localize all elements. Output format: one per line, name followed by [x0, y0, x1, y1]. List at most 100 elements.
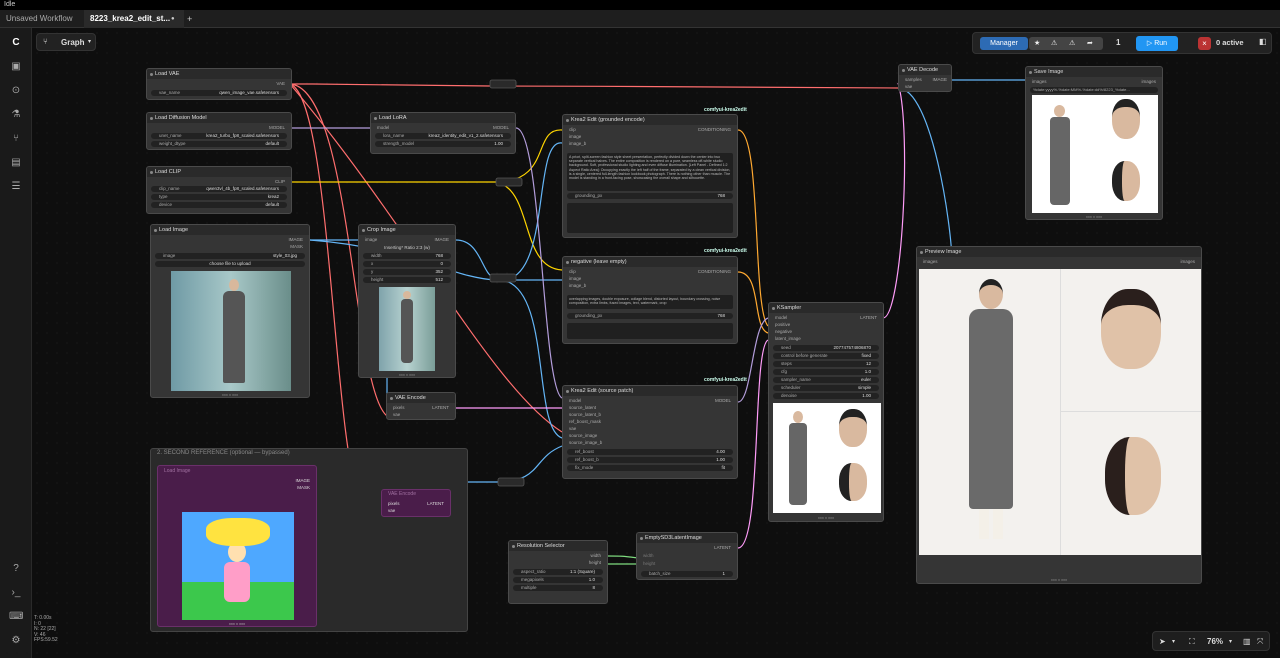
- node-ksampler[interactable]: KSampler model positive negative latent_…: [768, 302, 884, 522]
- output-mask[interactable]: MASK: [297, 485, 310, 491]
- input-height[interactable]: height: [643, 561, 655, 567]
- tab-active-workflow[interactable]: 8223_krea2_edit_st...: [84, 10, 184, 28]
- input-vae[interactable]: vae: [393, 412, 400, 418]
- output-image[interactable]: IMAGE: [295, 478, 310, 484]
- widget-unet-name[interactable]: unet_name krea2_turbo_fp8_scaled.safetens…: [151, 133, 287, 139]
- output-model[interactable]: MODEL: [493, 125, 509, 131]
- input-image[interactable]: image: [365, 237, 377, 243]
- output-width[interactable]: width: [590, 553, 601, 559]
- input-model[interactable]: model: [569, 398, 581, 404]
- node-krea2-source-patch[interactable]: Krea2 Edit (source patch) model source_l…: [562, 385, 738, 479]
- widget-scheduler[interactable]: scheduler simple: [773, 385, 879, 391]
- widget-fix-mode[interactable]: fix_mode fit: [567, 465, 733, 471]
- nodes-manager-icon[interactable]: ⚠: [1051, 37, 1057, 50]
- output-images[interactable]: images: [1141, 79, 1156, 85]
- output-conditioning[interactable]: CONDITIONING: [698, 269, 731, 275]
- node-vae-encode[interactable]: VAE Encode pixels vae LATENT: [386, 392, 456, 420]
- widget-cfg[interactable]: cfg 1.0: [773, 369, 879, 375]
- output-mask[interactable]: MASK: [290, 244, 303, 250]
- widget-grounding-px[interactable]: grounding_px 768: [567, 313, 733, 319]
- crop-preset[interactable]: Inserting* Ratio 2:3 (w): [359, 245, 455, 250]
- output-image[interactable]: IMAGE: [288, 237, 303, 243]
- widget-clip-name[interactable]: clip_name qwen3vl_4b_fp8_scaled.safetenso…: [151, 186, 287, 192]
- nodes-icon[interactable]: ⊙: [9, 84, 23, 98]
- input-samples[interactable]: samples: [905, 77, 922, 83]
- input-pixels[interactable]: pixels: [388, 501, 400, 507]
- panel-toggle-icon[interactable]: ◧: [1259, 37, 1267, 46]
- widget-sampler-name[interactable]: sampler_name euler: [773, 377, 879, 383]
- input-model[interactable]: model: [775, 315, 787, 321]
- unsaved-dot-icon[interactable]: ●: [171, 10, 175, 28]
- graph-canvas[interactable]: ⑂ Graph ▾ Manager ★ ⚠ ⚠ ➦ 1 ▷ Run × 0 ac…: [32, 28, 1280, 658]
- node-load-diffusion-model[interactable]: Load Diffusion Model MODEL unet_name krea…: [146, 112, 292, 150]
- widget-type[interactable]: type krea2: [151, 194, 287, 200]
- node-load-clip[interactable]: Load CLIP CLIP clip_name qwen3vl_4b_fp8_s…: [146, 166, 292, 214]
- widget-ref-boost[interactable]: ref_boost 4.00: [567, 449, 733, 455]
- output-images[interactable]: images: [1180, 259, 1195, 265]
- output-height[interactable]: height: [589, 560, 601, 566]
- images-icon[interactable]: ▣: [9, 60, 23, 74]
- output-model[interactable]: MODEL: [269, 125, 285, 131]
- share-icon[interactable]: ➦: [1087, 37, 1093, 50]
- star-icon[interactable]: ★: [1034, 37, 1040, 50]
- widget-lora-name[interactable]: lora_name krea2_identity_edit_v1_2.safete…: [375, 133, 511, 139]
- queue-count[interactable]: 1: [1116, 38, 1120, 47]
- input-image[interactable]: image: [569, 134, 581, 140]
- node-save-image[interactable]: Save Image images images %date:yyyy%-%da…: [1025, 66, 1163, 220]
- input-source-latent-b[interactable]: source_latent_b: [569, 412, 601, 418]
- output-vae[interactable]: VAE: [276, 81, 285, 87]
- pointer-mode-icon[interactable]: ➤: [1159, 632, 1166, 652]
- help-icon[interactable]: ?: [9, 562, 23, 576]
- input-pixels[interactable]: pixels: [393, 405, 405, 411]
- run-button[interactable]: ▷ Run: [1136, 36, 1178, 51]
- node-negative-leave-empty[interactable]: negative (leave empty) clip image image_…: [562, 256, 738, 344]
- widget-denoise[interactable]: denoise 1.00: [773, 393, 879, 399]
- output-latent[interactable]: LATENT: [860, 315, 877, 321]
- chevron-down-icon[interactable]: ▾: [88, 38, 91, 45]
- input-source-image-b[interactable]: source_image_b: [569, 440, 602, 446]
- templates-icon[interactable]: ▤: [9, 156, 23, 170]
- queue-icon[interactable]: ☰: [9, 180, 23, 194]
- input-image-b[interactable]: image_b: [569, 141, 586, 147]
- workflows-icon[interactable]: ⑂: [9, 132, 23, 146]
- input-source-latent[interactable]: source_latent: [569, 405, 596, 411]
- upload-button[interactable]: choose file to upload: [155, 261, 305, 267]
- node-krea2-grounded-encode[interactable]: Krea2 Edit (grounded encode) clip image …: [562, 114, 738, 238]
- missing-icon[interactable]: ⚠: [1069, 37, 1075, 50]
- node-resolution-selector[interactable]: Resolution Selector width height aspect_…: [508, 540, 608, 604]
- input-image[interactable]: image: [569, 276, 581, 282]
- group-second-reference[interactable]: 2. SECOND REFERENCE (optional — bypassed…: [150, 448, 468, 632]
- minimap-icon[interactable]: ▥: [1243, 632, 1251, 652]
- input-clip[interactable]: clip: [569, 269, 576, 275]
- widget-vae-name[interactable]: vae_name qwen_image_vae.safetensors: [151, 90, 287, 96]
- widget-height[interactable]: height 512: [363, 277, 451, 283]
- output-latent[interactable]: LATENT: [427, 501, 444, 507]
- widget-device[interactable]: device default: [151, 202, 287, 208]
- output-conditioning[interactable]: CONDITIONING: [698, 127, 731, 133]
- keyboard-icon[interactable]: ⌨: [9, 610, 23, 624]
- input-model[interactable]: model: [377, 125, 389, 131]
- input-latent-image[interactable]: latent_image: [775, 336, 801, 342]
- widget-x[interactable]: x0: [363, 261, 451, 267]
- graph-label[interactable]: Graph: [61, 38, 85, 47]
- widget-strength-model[interactable]: strength_model 1.00: [375, 141, 511, 147]
- input-images[interactable]: images: [923, 259, 938, 265]
- output-model[interactable]: MODEL: [715, 398, 731, 404]
- widget-width[interactable]: width 768: [363, 253, 451, 259]
- widget-steps[interactable]: steps 12: [773, 361, 879, 367]
- zoom-level[interactable]: 76%: [1207, 632, 1223, 652]
- input-positive[interactable]: positive: [775, 322, 790, 328]
- widget-ref-boost-b[interactable]: ref_boost_b 1.00: [567, 457, 733, 463]
- input-vae[interactable]: vae: [905, 84, 912, 90]
- node-empty-sd3-latent-image[interactable]: EmptySD3LatentImage width height LATENT …: [636, 532, 738, 580]
- node-vae-encode-bypassed[interactable]: VAE Encode pixels vae LATENT: [381, 489, 451, 517]
- input-width[interactable]: width: [643, 553, 654, 559]
- widget-filename-prefix[interactable]: %date:yyyy%-%date:MM%-%date:dd%/8223_%da…: [1030, 87, 1158, 93]
- widget-seed[interactable]: seed 207747574806870: [773, 345, 879, 351]
- graph-icon[interactable]: ⑂: [43, 37, 48, 46]
- fit-view-icon[interactable]: ⛶: [1189, 632, 1195, 652]
- input-images[interactable]: images: [1032, 79, 1047, 85]
- models-icon[interactable]: ⚗: [9, 108, 23, 122]
- input-image-b[interactable]: image_b: [569, 283, 586, 289]
- terminal-icon[interactable]: ›_: [9, 586, 23, 600]
